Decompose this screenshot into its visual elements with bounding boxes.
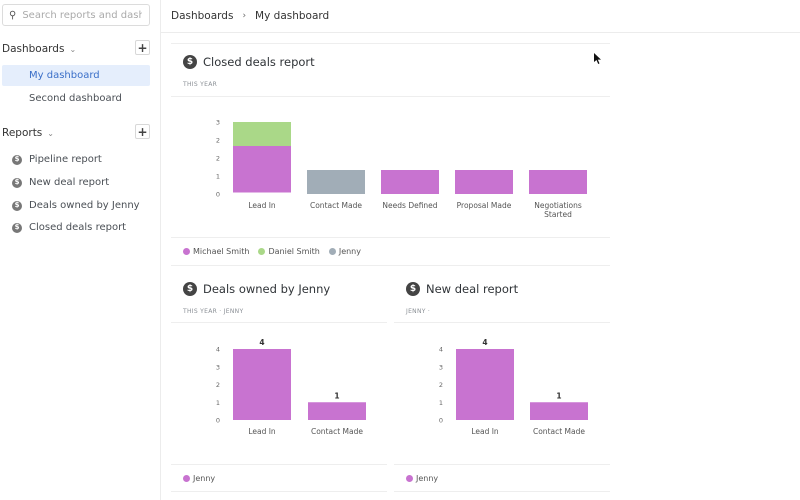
bar-lead-in-jenny[interactable]: [456, 349, 514, 420]
y-tick-label: 2: [439, 381, 443, 389]
y-tick-label: 0: [216, 417, 220, 425]
y-tick-label: 3: [216, 363, 220, 371]
data-label: 4: [259, 338, 264, 347]
search-box[interactable]: ⚲: [2, 4, 150, 26]
bar-lead-in-jenny[interactable]: [233, 349, 291, 420]
card-filter-label: JENNY ·: [406, 308, 431, 315]
y-tick-label: 2: [216, 137, 220, 145]
legend-item-jenny[interactable]: Jenny: [406, 474, 438, 483]
y-tick-label: 0: [216, 191, 220, 199]
bar-lead-in-daniel-smith[interactable]: [233, 122, 291, 146]
x-tick-label: Contact Made: [533, 427, 585, 436]
x-tick-label: Contact Made: [310, 201, 362, 210]
legend-item-jenny[interactable]: Jenny: [183, 474, 215, 483]
bar-negotiations-started-michael-smith[interactable]: [529, 170, 587, 194]
mouse-cursor-icon: [594, 53, 601, 64]
card-filter-label: THIS YEAR · JENNY: [183, 308, 244, 315]
reports-section-header[interactable]: Reports ⌄ +: [2, 124, 150, 142]
dollar-icon: $: [12, 177, 22, 188]
sidebar-item-label: New deal report: [29, 177, 110, 188]
sidebar-item-new-deal-report[interactable]: $ New deal report: [2, 172, 150, 193]
bar-lead-in-michael-smith[interactable]: [233, 146, 291, 193]
sidebar-item-second-dashboard[interactable]: Second dashboard: [2, 88, 150, 109]
dashboard-icon: [12, 94, 22, 104]
dashboards-section-label: Dashboards: [2, 43, 65, 55]
dollar-icon: $: [12, 222, 22, 233]
dollar-icon: $: [12, 154, 22, 165]
dashboard-icon: [12, 71, 22, 81]
legend-item-michael-smith[interactable]: Michael Smith: [183, 247, 249, 256]
bar-needs-defined-michael-smith[interactable]: [381, 170, 439, 194]
x-tick-label: Negotiations: [534, 201, 582, 210]
sidebar-item-label: Second dashboard: [29, 93, 122, 104]
bar-contact-made-jenny[interactable]: [308, 402, 366, 420]
sidebar-item-label: Closed deals report: [29, 222, 127, 233]
data-label: 4: [482, 338, 487, 347]
card-title: $ Closed deals report: [183, 55, 315, 69]
y-tick-label: 0: [439, 417, 443, 425]
bar-contact-made-jenny[interactable]: [530, 402, 588, 420]
search-input[interactable]: [22, 9, 143, 21]
dollar-icon: $: [183, 55, 197, 69]
closed-deals-chart: 0 1 2 2 3 Lead In Contact Made Needs Defined Pro…: [216, 119, 587, 219]
bar-contact-made-jenny[interactable]: [307, 170, 365, 194]
add-report-button[interactable]: +: [135, 124, 150, 139]
card-filter-label: THIS YEAR: [183, 81, 218, 88]
card-title: $ New deal report: [406, 282, 518, 296]
new-deal-report-chart: 0 1 2 3 4 4 Lead In 1 Contact Made: [439, 338, 588, 436]
legend-item-jenny[interactable]: Jenny: [328, 247, 361, 256]
sidebar-item-closed-deals-report[interactable]: $ Closed deals report: [2, 217, 150, 238]
x-tick-label: Contact Made: [311, 427, 363, 436]
y-tick-label: 2: [216, 381, 220, 389]
dollar-icon: $: [183, 282, 197, 296]
sidebar-item-label: My dashboard: [29, 70, 100, 81]
y-tick-label: 2: [216, 155, 220, 163]
legend-item-daniel-smith[interactable]: Daniel Smith: [258, 247, 320, 256]
chevron-down-icon[interactable]: ⌄: [47, 129, 54, 138]
chart-legend: Jenny: [183, 474, 224, 483]
new-deal-report-card[interactable]: $ New deal report JENNY · 0 1 2 3 4 4 Lead In 1…: [394, 270, 610, 495]
deals-owned-by-jenny-card[interactable]: $ Deals owned by Jenny THIS YEAR · JENNY…: [171, 270, 387, 495]
sidebar-item-my-dashboard[interactable]: My dashboard: [2, 65, 150, 86]
dollar-icon: $: [406, 282, 420, 296]
dollar-icon: $: [12, 200, 22, 211]
sidebar-item-label: Deals owned by Jenny: [29, 200, 140, 211]
breadcrumb: Dashboards › My dashboard: [161, 0, 800, 33]
sidebar-item-pipeline-report[interactable]: $ Pipeline report: [2, 149, 150, 170]
dashboards-section-header[interactable]: Dashboards ⌄ +: [2, 40, 150, 58]
data-label: 1: [556, 391, 561, 400]
x-tick-label: Started: [544, 210, 572, 219]
chart-legend: Michael Smith Daniel Smith Jenny: [183, 247, 370, 256]
x-tick-label: Lead In: [248, 201, 276, 210]
y-tick-label: 3: [216, 119, 220, 127]
y-tick-label: 1: [439, 399, 443, 407]
y-tick-label: 4: [216, 346, 220, 354]
sidebar-item-deals-owned-by-jenny[interactable]: $ Deals owned by Jenny: [2, 195, 150, 216]
x-tick-label: Lead In: [471, 427, 499, 436]
closed-deals-report-card[interactable]: $ Closed deals report THIS YEAR 0 1 2 2 3 Lea…: [171, 43, 610, 266]
card-title: $ Deals owned by Jenny: [183, 282, 330, 296]
breadcrumb-root[interactable]: Dashboards: [171, 10, 233, 22]
sidebar-item-label: Pipeline report: [29, 154, 102, 165]
chevron-right-icon: ›: [242, 11, 247, 21]
y-tick-label: 1: [216, 399, 220, 407]
y-tick-label: 1: [216, 173, 220, 181]
deals-owned-by-jenny-chart: 0 1 2 3 4 4 Lead In 1 Contact Made: [216, 338, 366, 436]
add-dashboard-button[interactable]: +: [135, 40, 150, 55]
chevron-down-icon[interactable]: ⌄: [69, 45, 76, 54]
chart-legend: Jenny: [406, 474, 447, 483]
x-tick-label: Lead In: [248, 427, 276, 436]
reports-section-label: Reports: [2, 127, 43, 139]
y-tick-label: 4: [439, 346, 443, 354]
breadcrumb-current: My dashboard: [255, 10, 330, 22]
bar-proposal-made-michael-smith[interactable]: [455, 170, 513, 194]
x-tick-label: Needs Defined: [382, 201, 437, 210]
sidebar: ⚲ Dashboards ⌄ + My dashboard Second das…: [0, 0, 161, 500]
app-window: ⚲ Dashboards ⌄ + My dashboard Second das…: [0, 0, 800, 500]
y-tick-label: 3: [439, 363, 443, 371]
x-tick-label: Proposal Made: [457, 201, 512, 210]
data-label: 1: [334, 391, 339, 400]
search-icon: ⚲: [9, 9, 17, 21]
